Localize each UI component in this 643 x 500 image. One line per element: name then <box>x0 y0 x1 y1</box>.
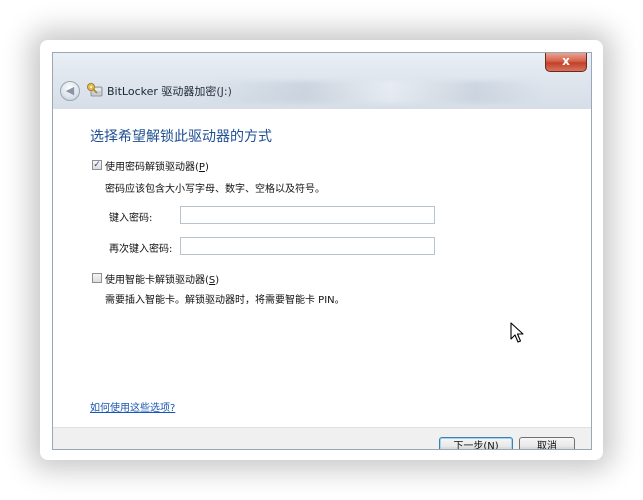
bitlocker-key-icon <box>87 83 103 97</box>
password-option-label[interactable]: 使用密码解锁驱动器(P) <box>105 158 209 173</box>
bitlocker-dialog: x ◀ BitLocker 驱动器加密(J:) 选择希望解锁此驱动器的方式 ✓ … <box>52 52 592 450</box>
dialog-content <box>54 109 590 429</box>
smartcard-option-label-close: ) <box>215 275 220 286</box>
page-title: 选择希望解锁此驱动器的方式 <box>90 129 272 145</box>
window-title: BitLocker 驱动器加密(J:) <box>107 85 232 98</box>
back-arrow-icon[interactable]: ◀ <box>60 81 80 101</box>
mouse-pointer-icon <box>510 322 524 343</box>
password-checkbox[interactable]: ✓ <box>92 160 102 170</box>
smartcard-option-label[interactable]: 使用智能卡解锁驱动器(S) <box>105 271 219 286</box>
next-button[interactable]: 下一步(N) <box>439 437 513 449</box>
reenter-password-field[interactable] <box>180 237 435 255</box>
help-link[interactable]: 如何使用这些选项? <box>90 399 175 414</box>
password-option-label-close: ) <box>204 162 209 173</box>
password-option-label-text: 使用密码解锁驱动器( <box>105 162 199 173</box>
password-requirements-text: 密码应该包含大小写字母、数字、空格以及符号。 <box>105 184 325 195</box>
smartcard-checkbox[interactable] <box>92 273 102 283</box>
reenter-password-label: 再次键入密码: <box>109 244 173 255</box>
enter-password-label: 键入密码: <box>109 213 153 224</box>
smartcard-description-text: 需要插入智能卡。解锁驱动器时，将需要智能卡 PIN。 <box>105 295 345 306</box>
cancel-button[interactable]: 取消 <box>519 437 575 449</box>
enter-password-field[interactable] <box>180 206 435 224</box>
close-button[interactable]: x <box>545 53 587 72</box>
title-bar: x ◀ BitLocker 驱动器加密(J:) <box>53 53 591 109</box>
dialog-footer: 下一步(N) 取消 <box>53 427 591 449</box>
smartcard-option-label-text: 使用智能卡解锁驱动器( <box>105 275 209 286</box>
